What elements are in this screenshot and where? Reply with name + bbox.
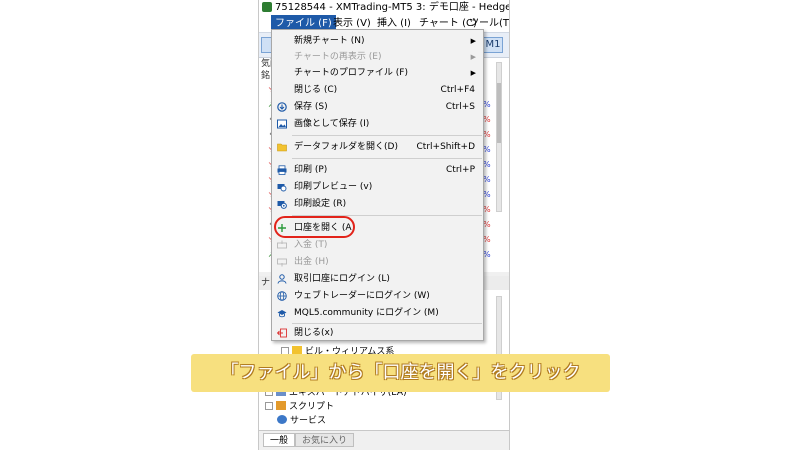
printer-icon [277, 165, 287, 175]
tab-favorites[interactable]: お気に入り [295, 433, 355, 447]
menu-item-open-data-folder[interactable]: データフォルダを開く(D) Ctrl+Shift+D [272, 139, 483, 155]
menu-item-save-as-image[interactable]: 画像として保存 (I) [272, 116, 483, 132]
menu-item-label: 閉じる(x) [294, 328, 334, 338]
navigator-tabs: 一般 お気に入り [259, 430, 509, 450]
menu-item-label: 印刷設定 (R) [294, 199, 347, 209]
menu-item-label: MQL5.community にログイン (M) [294, 308, 439, 318]
market-watch-column: 銘 [261, 71, 271, 81]
percent-mark: % [483, 205, 491, 214]
highlight-ring [274, 216, 355, 238]
percent-mark: % [483, 175, 491, 184]
menu-item-label: 印刷プレビュー (v) [294, 182, 373, 192]
menu-item-label: 取引口座にログイン (L) [294, 274, 390, 284]
percent-mark: % [483, 190, 491, 199]
screenshot-stage: 75128544 - XMTrading-MT5 3: デモ口座 - Hedge… [0, 0, 800, 450]
gear-icon [277, 415, 287, 424]
timeframe-m1-button[interactable]: M1 [483, 37, 503, 53]
menu-item-reopen-chart[interactable]: チャートの再表示 (E) ▶ [272, 49, 483, 65]
percent-mark: % [483, 130, 491, 139]
file-menu-dropdown: 新規チャート (N) ▶ チャートの再表示 (E) ▶ チャートのプロファイル … [271, 29, 484, 341]
menu-separator [292, 158, 482, 159]
menu-item-label: 入金 (T) [294, 240, 328, 250]
image-icon [277, 119, 287, 129]
app-logo-icon [262, 2, 272, 12]
deposit-icon [277, 240, 287, 249]
menu-item-close[interactable]: 閉じる (C) Ctrl+F4 [272, 82, 483, 98]
menu-item-label: ウェブトレーダーにログイン (W) [294, 291, 430, 301]
percent-mark: % [483, 145, 491, 154]
menu-item-label: 出金 (H) [294, 257, 329, 267]
menu-item-print-preview[interactable]: 印刷プレビュー (v) [272, 179, 483, 195]
menu-item-login-webtrader[interactable]: ウェブトレーダーにログイン (W) [272, 288, 483, 304]
menu-item-login-trading-account[interactable]: 取引口座にログイン (L) [272, 271, 483, 287]
menu-item-label: 保存 (S) [294, 102, 328, 112]
menu-item-save[interactable]: 保存 (S) Ctrl+S [272, 99, 483, 115]
menu-item-shortcut: Ctrl+Shift+D [416, 142, 475, 152]
percent-mark: % [483, 250, 491, 259]
globe-icon [277, 291, 287, 301]
withdraw-icon [277, 258, 287, 267]
market-watch-scrollbar[interactable] [496, 62, 502, 212]
menu-item-shortcut: Ctrl+S [445, 102, 475, 112]
print-settings-icon [277, 201, 287, 209]
menu-item-chart-profiles[interactable]: チャートのプロファイル (F) ▶ [272, 65, 483, 81]
navigator-item[interactable]: サービス [277, 414, 326, 428]
instruction-caption: 「ファイル」から「口座を開く」をクリック [191, 354, 610, 392]
save-icon [277, 102, 287, 112]
menu-item-label: チャートの再表示 (E) [294, 52, 382, 62]
menu-separator [292, 135, 482, 136]
menu-item-label: チャートのプロファイル (F) [294, 68, 408, 78]
exit-icon [277, 328, 287, 338]
percent-mark: % [483, 100, 491, 109]
navigator-item[interactable]: スクリプト [265, 400, 334, 414]
menu-item-deposit[interactable]: 入金 (T) [272, 237, 483, 253]
percent-mark: % [483, 160, 491, 169]
menu-item-label: 新規チャート (N) [294, 36, 365, 46]
script-icon [276, 401, 286, 410]
mql5-hat-icon [277, 310, 287, 318]
menu-separator [292, 323, 482, 324]
menu-item-new-chart[interactable]: 新規チャート (N) ▶ [272, 33, 483, 49]
folder-icon [277, 143, 287, 152]
menu-item-login-mql5[interactable]: MQL5.community にログイン (M) [272, 305, 483, 321]
navigator-item-label: サービス [290, 416, 327, 426]
menu-item-label: データフォルダを開く(D) [294, 142, 398, 152]
percent-mark: % [483, 235, 491, 244]
percent-mark: % [483, 220, 491, 229]
percent-mark: % [483, 115, 491, 124]
menu-item-label: 閉じる (C) [294, 85, 338, 95]
print-preview-icon [277, 184, 287, 192]
menu-item-shortcut: Ctrl+F4 [440, 85, 475, 95]
submenu-arrow-icon: ▶ [470, 69, 476, 77]
navigator-item-label: スクリプト [289, 402, 335, 412]
menu-item-print[interactable]: 印刷 (P) Ctrl+P [272, 162, 483, 178]
submenu-arrow-icon: ▶ [470, 37, 476, 45]
user-icon [277, 274, 287, 284]
window-title: 75128544 - XMTrading-MT5 3: デモ口座 - Hedge… [275, 2, 510, 13]
menu-item-label: 印刷 (P) [294, 165, 328, 175]
tab-general[interactable]: 一般 [263, 433, 296, 447]
menu-item-label: 画像として保存 (I) [294, 119, 370, 129]
menu-item-withdraw[interactable]: 出金 (H) [272, 254, 483, 270]
menu-item-shortcut: Ctrl+P [446, 165, 475, 175]
submenu-arrow-icon: ▶ [470, 53, 476, 61]
menu-item-exit[interactable]: 閉じる(x) [272, 325, 483, 341]
title-bar: 75128544 - XMTrading-MT5 3: デモ口座 - Hedge… [259, 0, 510, 15]
menu-item-print-settings[interactable]: 印刷設定 (R) [272, 196, 483, 212]
expand-icon[interactable] [265, 401, 273, 410]
scrollbar-thumb[interactable] [497, 83, 501, 143]
